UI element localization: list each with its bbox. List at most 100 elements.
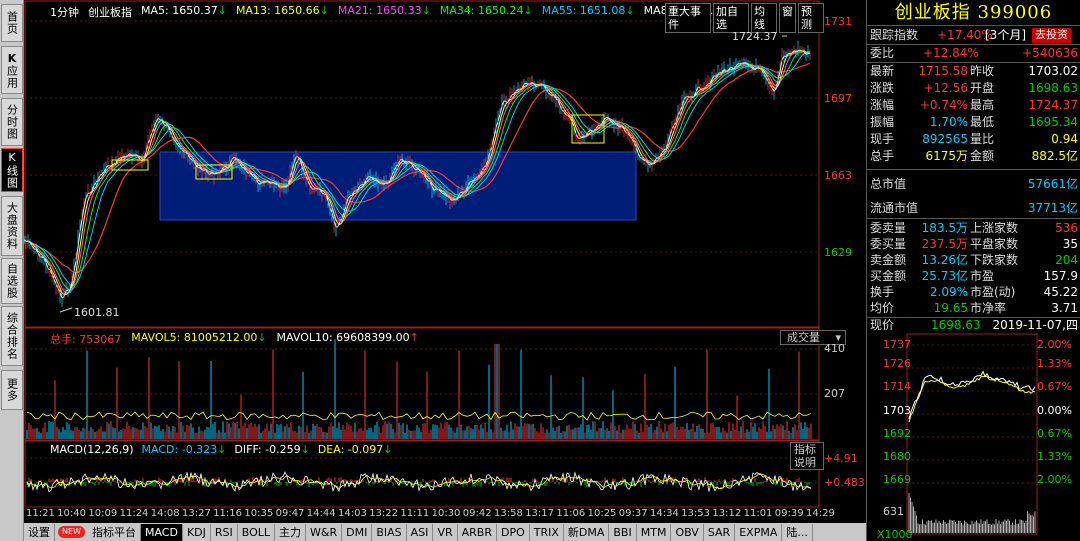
indicator-tab[interactable]: KDJ (183, 523, 211, 541)
time-tick: 13:53 (681, 508, 711, 519)
time-tick: 14:08 (150, 508, 180, 519)
indicator-tab[interactable]: NEW (58, 526, 85, 538)
invest-button[interactable]: 去投资 (1032, 28, 1071, 43)
indicator-tab[interactable]: MACD (140, 523, 183, 541)
time-tick: 10:09 (88, 508, 118, 519)
mini-price-tick: 1726 (883, 357, 911, 370)
mini-price-tick: X1000 (877, 528, 913, 541)
indicator-tab[interactable]: EXPMA (735, 523, 783, 541)
time-tick: 14:03 (338, 508, 367, 519)
tab-home[interactable]: 首页 (1, 4, 23, 42)
time-tick: 09:47 (275, 508, 305, 519)
major-events-button[interactable]: 重大事件 (665, 3, 711, 33)
price-tick-3: 1663 (824, 169, 852, 182)
diff-line (26, 471, 812, 493)
ma34-label: MA34: 1650.24↓ (439, 4, 533, 17)
time-tick: 11:06 (556, 508, 586, 519)
period-label: 1分钟 (50, 6, 79, 19)
indicator-tab[interactable]: 设置 (24, 523, 55, 541)
tab-more[interactable]: 更多 (1, 370, 23, 410)
low-annotation: 1601.81 (74, 306, 120, 319)
time-tick: 13:17 (525, 508, 555, 519)
tab-market-info[interactable]: 大盘资料 (1, 196, 23, 256)
time-tick: 13:12 (712, 508, 742, 519)
track-row: 跟踪指数 +17.40% [3个月] 去投资 (867, 27, 1080, 44)
mini-price-tick: 1703 (883, 404, 911, 417)
dea-value: DEA: -0.097↓ (317, 443, 393, 456)
indicator-tab[interactable]: DMI (342, 523, 373, 541)
time-tick: 10:25 (587, 508, 617, 519)
index-name: 创业板指 (88, 6, 132, 19)
mini-frame (906, 333, 1038, 535)
time-tick: 11:01 (743, 508, 773, 519)
ask-vol-row: 委卖量 183.5万 上涨家数 536 (870, 221, 1078, 235)
indicator-tab[interactable]: BOLL (238, 523, 276, 541)
pct-row: 涨幅 +0.74% 最高 1724.37 (870, 98, 1078, 112)
mavol5-line (26, 411, 812, 421)
mini-price-tick: 1669 (883, 473, 911, 486)
mini-price-tick: 1680 (883, 450, 911, 463)
indicator-tab[interactable]: W&R (306, 523, 343, 541)
time-tick: 11:21 (26, 508, 55, 519)
indicator-tab[interactable]: 指标平台 (88, 523, 141, 541)
volume-legend: 总手: 753067 MAVOL5: 81005212.00↓ MAVOL10:… (50, 331, 419, 347)
time-tick: 09:37 (618, 508, 648, 519)
time-tick: 13:58 (494, 508, 523, 519)
indicator-tab[interactable]: TRIX (530, 523, 564, 541)
macd-params: MACD(12,26,9) (50, 443, 134, 456)
time-tick: 10:35 (244, 508, 274, 519)
indicator-tab[interactable]: RSI (211, 523, 238, 541)
high-annotation: 1724.37 (732, 30, 778, 43)
weibi-row: 委比 +12.84% +540636 (870, 46, 1078, 60)
index-title: 创业板指 399006 (867, 0, 1080, 26)
window-button[interactable]: 窗 (779, 3, 796, 33)
indicator-tab[interactable]: ARBR (458, 523, 497, 541)
tab-watchlist[interactable]: 自选股 (1, 258, 23, 304)
indicator-tab[interactable]: DPO (497, 523, 530, 541)
chart-toolbar: 重大事件 加自选 均线 窗 预测 (665, 3, 824, 33)
dea-line (26, 473, 812, 490)
mini-pct-tick: 1.33% (1037, 450, 1072, 463)
indicator-tab[interactable]: 陆... (782, 523, 813, 541)
time-tick: 11:11 (400, 508, 430, 519)
add-watchlist-button[interactable]: 加自选 (713, 3, 749, 33)
tab-timeshare[interactable]: 分时图 (1, 98, 23, 146)
price-tick-4: 1629 (824, 246, 852, 259)
time-tick: 14:34 (650, 508, 679, 519)
ma-settings-button[interactable]: 均线 (751, 3, 777, 33)
indicator-tab[interactable]: ASI (407, 523, 434, 541)
indicator-tab-bar: 设置 NEW 指标平台 MACD KDJ RSI BOLL 主力 W&R DMI BIAS ASI VR… (24, 523, 870, 541)
tab-apps[interactable]: K 应用 (1, 46, 23, 94)
indicator-tab[interactable]: 新DMA (564, 523, 610, 541)
kline-chart-area[interactable]: 1分钟 创业板指 MA5: 1650.37↓ MA13: 1650.66↓ MA… (24, 0, 865, 523)
time-tick: 14:44 (306, 508, 336, 519)
time-tick: 10:30 (431, 508, 461, 519)
indicator-tab[interactable]: SAR (704, 523, 736, 541)
indicator-help-button[interactable]: 指标说明 (790, 442, 824, 470)
forecast-button[interactable]: 预测 (798, 3, 824, 33)
indicator-tab[interactable]: BIAS (372, 523, 407, 541)
volume-tick-2: 207 (824, 387, 845, 400)
avg-price-row: 均价 19.65 市净率 3.71 (870, 301, 1078, 315)
indicator-tab[interactable]: VR (433, 523, 458, 541)
tab-kline[interactable]: K线图 (1, 148, 23, 192)
diff-value: DIFF: -0.259↓ (234, 443, 310, 456)
time-tick: 11:16 (213, 508, 243, 519)
indicator-tab[interactable]: BBI (609, 523, 637, 541)
quote-panel: 创业板指 399006 跟踪指数 +17.40% [3个月] 去投资 委比 +1… (866, 0, 1080, 541)
time-tick: 13:22 (369, 508, 399, 519)
ma5-label: MA5: 1650.37↓ (141, 4, 227, 17)
left-tab-strip: 首页 K 应用 分时图 K线图 大盘资料 自选股 综合排名 更多 (0, 0, 24, 541)
time-tick: 09:42 (462, 508, 492, 519)
price-tick-2: 1697 (824, 92, 852, 105)
time-tick: 09:39 (774, 508, 804, 519)
time-tick: 14:29 (806, 508, 835, 519)
indicator-tab[interactable]: 主力 (275, 523, 307, 541)
mini-price-tick: 631 (883, 505, 904, 518)
tab-ranking[interactable]: 综合排名 (1, 306, 23, 366)
change-row: 涨跌 +12.56 开盘 1698.63 (870, 81, 1078, 95)
indicator-tab[interactable]: OBV (671, 523, 704, 541)
indicator-tab[interactable]: MTM (637, 523, 672, 541)
time-tick: 13:27 (182, 508, 211, 519)
time-tick: 11:24 (119, 508, 149, 519)
